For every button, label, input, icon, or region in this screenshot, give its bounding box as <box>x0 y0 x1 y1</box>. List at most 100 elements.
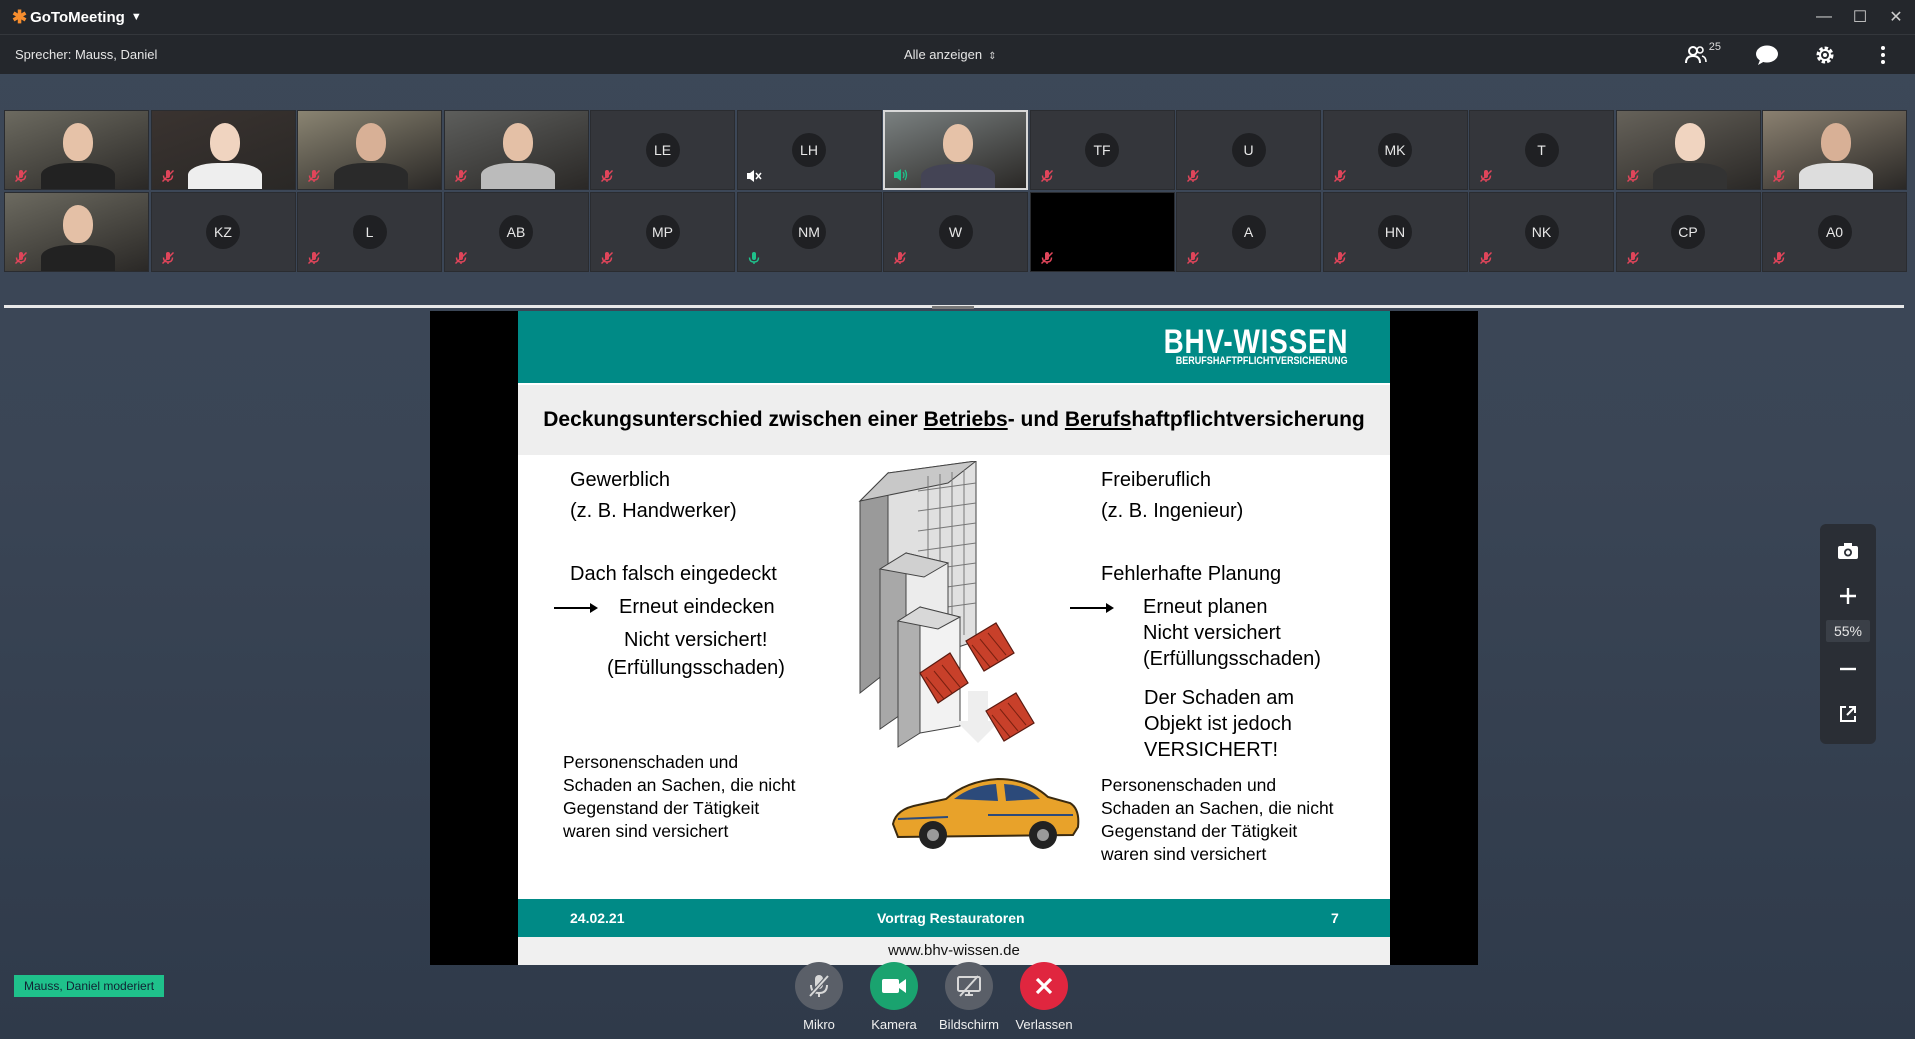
meeting-toolbar: Sprecher: Mauss, Daniel Alle anzeigen ⇕ 2… <box>0 34 1915 74</box>
mic-muted-icon <box>160 168 176 184</box>
right-text: Gegenstand der Tätigkeit <box>1101 821 1298 841</box>
participant-tile[interactable] <box>1615 110 1761 190</box>
heading-part: Deckungsunterschied zwischen einer <box>543 408 924 431</box>
app-menu[interactable]: ✱ GoToMeeting ▼ <box>0 7 142 28</box>
settings-button[interactable] <box>1813 43 1837 67</box>
app-name: GoToMeeting <box>30 8 125 26</box>
participant-initials: LH <box>792 133 826 167</box>
slide-brand-subtitle: BERUFSHAFTPFLICHTVERSICHERUNG <box>1176 355 1348 367</box>
participant-tile[interactable]: L <box>297 192 442 272</box>
participant-tile[interactable] <box>443 110 589 190</box>
pop-out-button[interactable] <box>1830 696 1866 732</box>
mic-muted-icon <box>13 250 29 266</box>
participant-tile[interactable]: MP <box>590 192 735 272</box>
left-text: waren sind versichert <box>563 821 729 841</box>
more-options-button[interactable] <box>1871 43 1895 67</box>
left-text: (z. B. Handwerker) <box>570 500 737 522</box>
mic-muted-icon <box>892 250 908 266</box>
left-text: Dach falsch eingedeckt <box>570 563 777 585</box>
screenshot-button[interactable] <box>1830 533 1866 569</box>
participant-initials: CP <box>1671 215 1705 249</box>
screen-share-off-icon <box>957 975 981 997</box>
participant-tile[interactable]: AB <box>443 192 589 272</box>
participant-tile[interactable]: CP <box>1615 192 1761 272</box>
zoom-panel: 55% <box>1820 524 1876 744</box>
mic-muted-icon <box>599 168 615 184</box>
participant-tile[interactable]: NK <box>1469 192 1614 272</box>
zoom-level: 55% <box>1826 620 1870 642</box>
participant-initials: MK <box>1378 133 1412 167</box>
minimize-button[interactable]: — <box>1815 8 1833 26</box>
camera-button[interactable] <box>870 962 918 1010</box>
view-mode-selector[interactable]: Alle anzeigen ⇕ <box>904 47 996 62</box>
mic-muted-icon <box>1185 250 1201 266</box>
participant-tile[interactable]: U <box>1176 110 1321 190</box>
participant-tile[interactable] <box>150 110 296 190</box>
participant-tile[interactable]: T <box>1469 110 1614 190</box>
participant-initials: AB <box>499 215 533 249</box>
participant-tile[interactable]: MK <box>1322 110 1468 190</box>
heading-underlined-2: Berufs <box>1064 408 1132 431</box>
buildings-illustration <box>858 461 1035 748</box>
mic-muted-icon <box>1771 250 1787 266</box>
slide-date: 24.02.21 <box>570 910 625 926</box>
participant-initials: NM <box>792 215 826 249</box>
participant-tile[interactable] <box>4 110 149 190</box>
participant-tile[interactable]: LH <box>736 110 882 190</box>
splitter-handle[interactable] <box>932 306 974 309</box>
mic-muted-icon <box>1332 168 1348 184</box>
moderator-badge: Mauss, Daniel moderiert <box>14 975 165 997</box>
mic-muted-icon <box>1478 250 1494 266</box>
participant-tile[interactable]: A0 <box>1762 192 1907 272</box>
mic-control[interactable]: Mikro <box>784 962 854 1032</box>
car-illustration <box>891 777 1080 849</box>
title-bar: ✱ GoToMeeting ▼ — ☐ ✕ <box>0 0 1915 34</box>
gear-icon <box>1816 46 1834 64</box>
chat-button[interactable] <box>1755 43 1779 67</box>
participants-button[interactable]: 25 <box>1684 41 1721 65</box>
heading-part: haftpflichtversicherung <box>1131 408 1365 431</box>
gotomeeting-logo-icon: ✱ <box>12 6 28 27</box>
participant-tile[interactable]: NM <box>736 192 882 272</box>
minus-icon <box>1840 667 1856 671</box>
screen-share-button[interactable] <box>945 962 993 1010</box>
right-text: VERSICHERT! <box>1144 739 1279 761</box>
participant-tile[interactable] <box>1029 192 1175 272</box>
mic-muted-icon <box>1039 250 1055 266</box>
leave-button[interactable] <box>1020 962 1068 1010</box>
camera-label: Kamera <box>871 1017 917 1032</box>
slide-footer: 24.02.21 Vortrag Restauratoren 7 <box>518 899 1390 937</box>
participant-initials: W <box>938 215 973 249</box>
mic-muted-icon <box>453 250 469 266</box>
zoom-in-button[interactable] <box>1830 578 1866 614</box>
participant-tile[interactable] <box>4 192 149 272</box>
zoom-out-button[interactable] <box>1830 651 1866 687</box>
close-x-icon <box>1035 977 1053 995</box>
camera-control[interactable]: Kamera <box>859 962 929 1032</box>
right-text: waren sind versichert <box>1101 844 1267 864</box>
participant-tile[interactable] <box>1762 110 1907 190</box>
screen-control[interactable]: Bildschirm <box>934 962 1004 1032</box>
close-window-button[interactable]: ✕ <box>1887 7 1905 27</box>
plus-icon <box>1840 588 1856 604</box>
participant-tile[interactable]: KZ <box>150 192 296 272</box>
participant-tile[interactable]: W <box>883 192 1028 272</box>
mic-muted-icon <box>1332 250 1348 266</box>
participant-tile[interactable]: LE <box>590 110 735 190</box>
current-speaker: Sprecher: Mauss, Daniel <box>15 47 158 62</box>
mic-button[interactable] <box>795 962 843 1010</box>
participant-tile[interactable]: HN <box>1322 192 1468 272</box>
presentation-slide: BHV-WISSEN BERUFSHAFTPFLICHTVERSICHERUNG… <box>518 311 1390 965</box>
participant-initials: L <box>352 215 387 249</box>
left-text: Personenschaden und <box>563 752 739 772</box>
participant-tile[interactable] <box>297 110 442 190</box>
maximize-button[interactable]: ☐ <box>1851 7 1869 27</box>
participant-tile[interactable]: TF <box>1029 110 1175 190</box>
right-text: Schaden an Sachen, die nicht <box>1101 798 1334 818</box>
slide-url: www.bhv-wissen.de <box>518 937 1390 965</box>
slide-page-number: 7 <box>1331 910 1339 926</box>
participant-tile[interactable]: A <box>1176 192 1321 272</box>
left-text: (Erfüllungsschaden) <box>607 657 785 679</box>
leave-control[interactable]: Verlassen <box>1009 962 1079 1032</box>
participant-tile[interactable] <box>883 110 1028 190</box>
